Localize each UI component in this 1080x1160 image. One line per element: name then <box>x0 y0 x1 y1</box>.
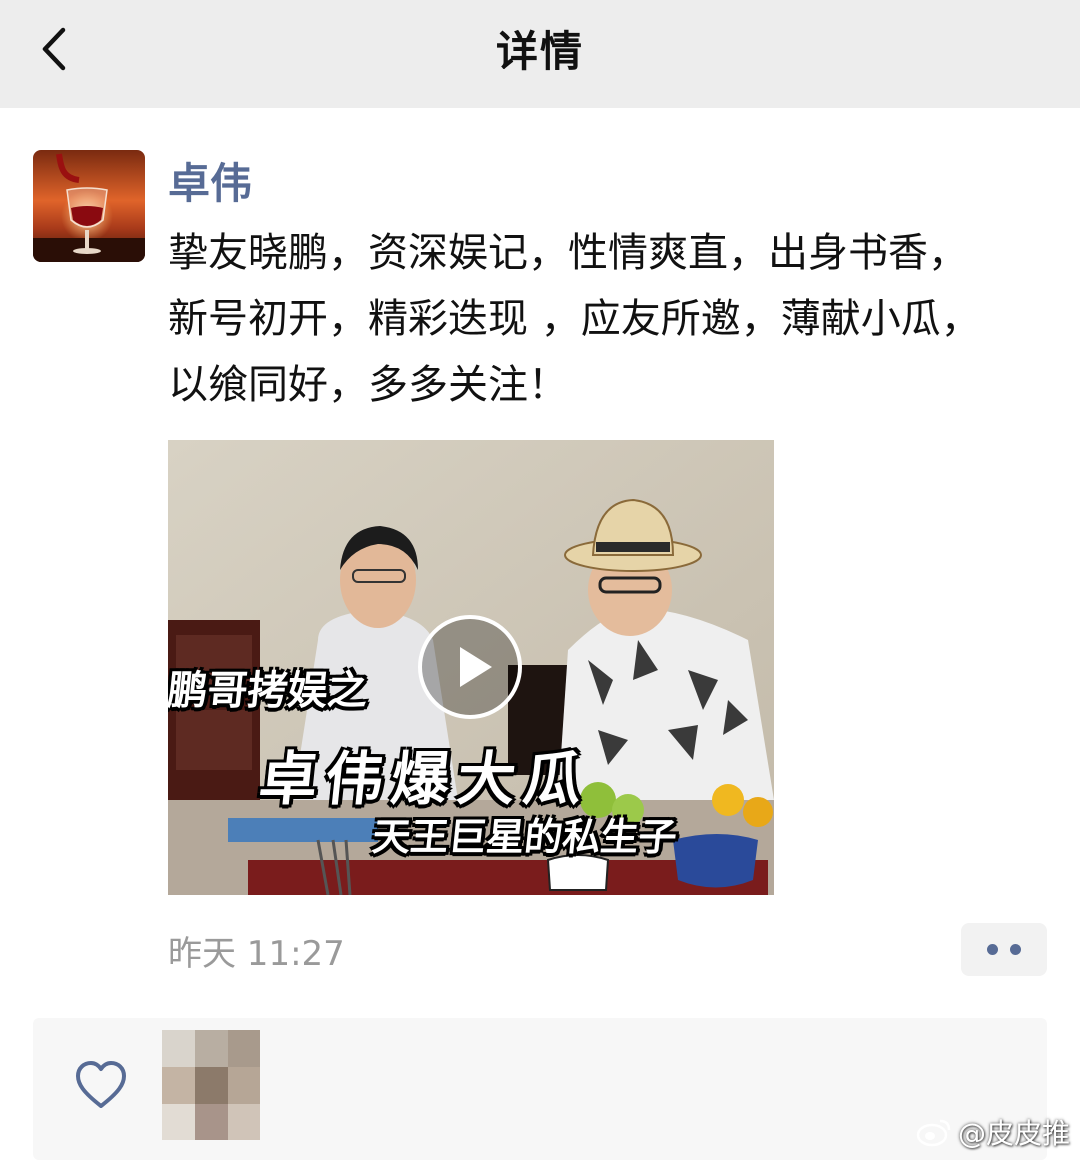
video-caption-1: 鹏哥拷娱之 <box>168 667 371 714</box>
video-caption-2: 卓伟爆大瓜 <box>255 745 594 813</box>
video-caption-3: 天王巨星的私生子 <box>370 814 680 859</box>
more-dots-icon <box>987 944 998 955</box>
more-dot <box>1010 944 1021 955</box>
likes-panel <box>33 1018 1047 1160</box>
author-name[interactable]: 卓伟 <box>168 150 252 211</box>
heart-outline-icon <box>73 1058 129 1114</box>
page-title: 详情 <box>495 27 584 76</box>
video-thumbnail[interactable]: 鹏哥拷娱之 卓伟爆大瓜 天王巨星的私生子 <box>168 440 774 895</box>
weibo-logo-icon <box>916 1119 951 1147</box>
more-actions-button[interactable] <box>961 923 1047 976</box>
post-timestamp: 昨天 11:27 <box>168 934 345 974</box>
author-avatar[interactable] <box>33 150 145 262</box>
watermark: @皮皮推 <box>916 1112 1070 1152</box>
liker-avatar[interactable] <box>162 1030 260 1140</box>
top-bar: 详情 <box>0 0 1080 108</box>
play-button[interactable] <box>418 615 522 719</box>
post-text-line: 挚友晓鹏，资深娱记，性情爽直，出身书香， <box>168 230 968 276</box>
play-icon <box>460 647 492 687</box>
post-text-line: 以飨同好，多多关注！ <box>168 362 568 408</box>
post-text-line: 新号初开，精彩迭现 ，应友所邀，薄献小瓜， <box>168 296 981 342</box>
watermark-text: @皮皮推 <box>957 1117 1070 1150</box>
post-text: 挚友晓鹏，资深娱记，性情爽直，出身书香， 新号初开，精彩迭现 ，应友所邀，薄献小… <box>168 220 1058 418</box>
